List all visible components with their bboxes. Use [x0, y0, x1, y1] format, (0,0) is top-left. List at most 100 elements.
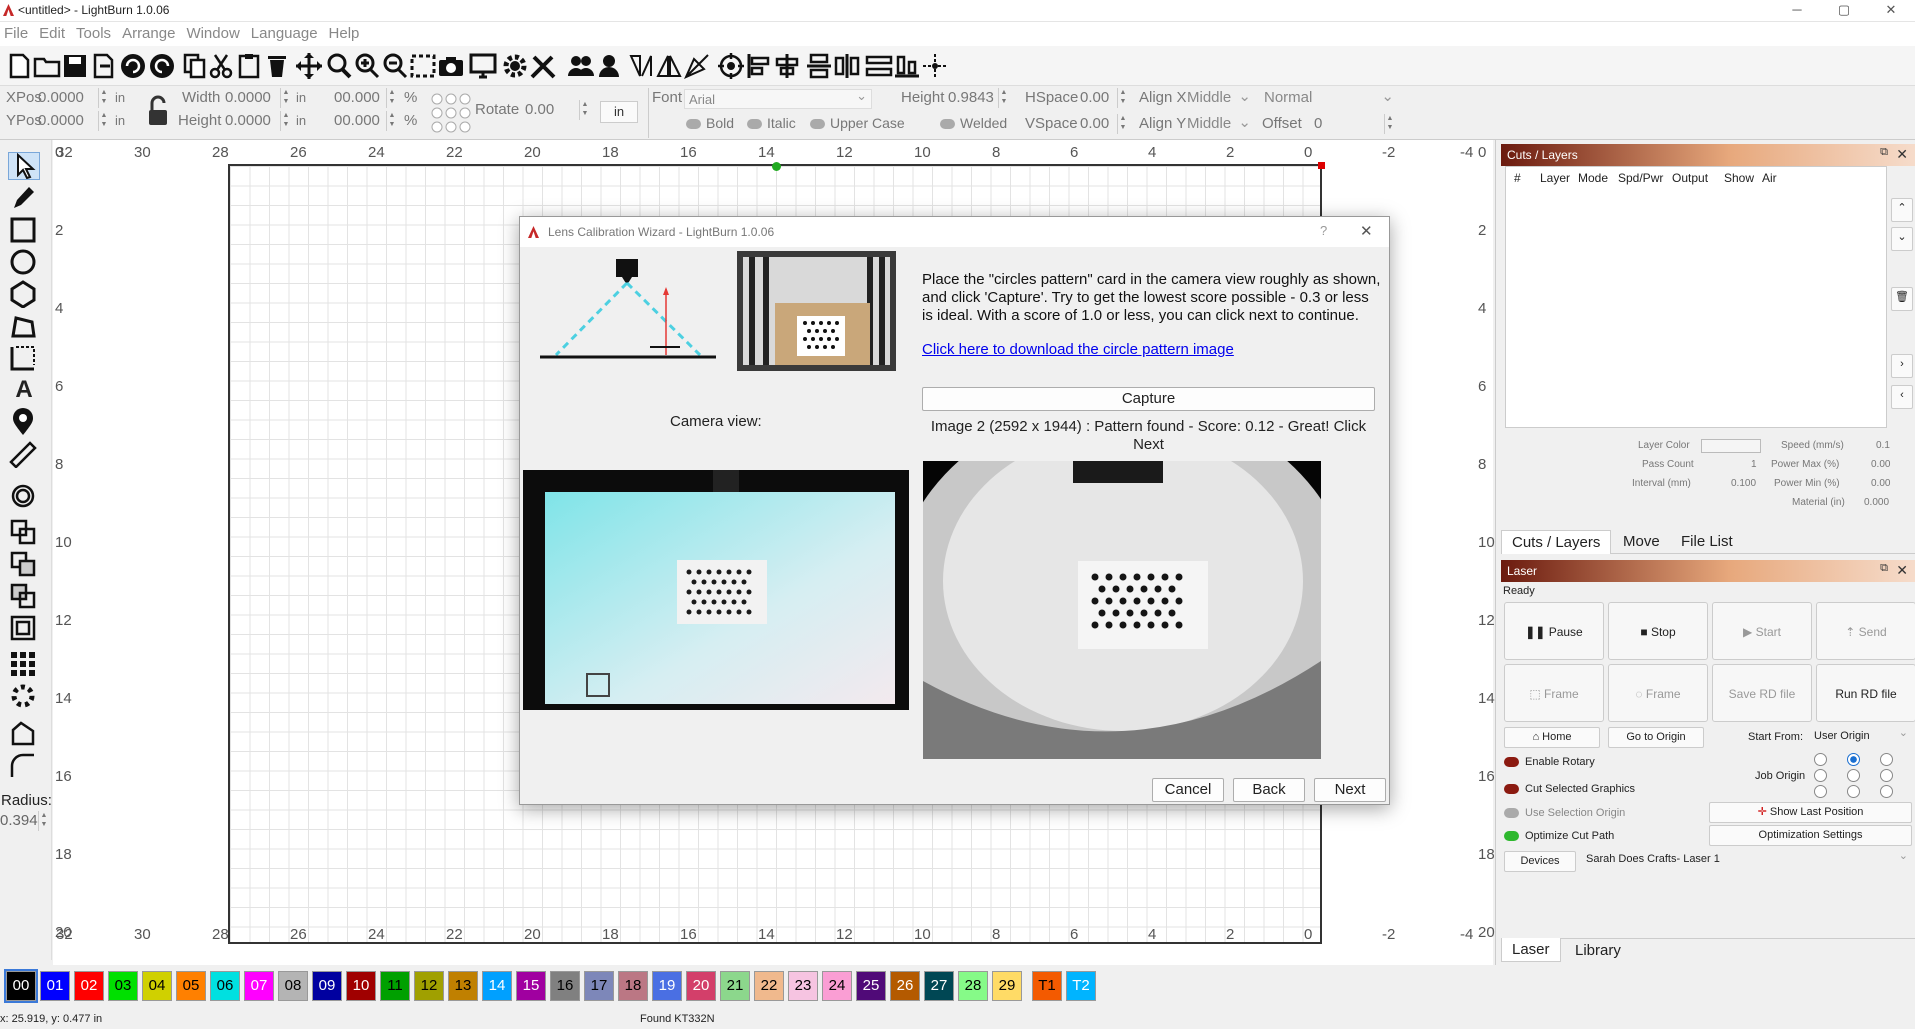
col-mode[interactable]: Mode	[1578, 171, 1608, 185]
tab-library[interactable]: Library	[1565, 939, 1631, 962]
tab-cuts-layers[interactable]: Cuts / Layers	[1501, 530, 1612, 554]
move-icon[interactable]	[294, 51, 324, 81]
color-swatch-19[interactable]: 19	[652, 971, 682, 1001]
color-swatch-01[interactable]: 01	[40, 971, 70, 1001]
radius-spinner[interactable]: ▲ ▼	[38, 811, 49, 831]
monitor-icon[interactable]	[468, 51, 498, 81]
color-swatch-12[interactable]: 12	[414, 971, 444, 1001]
color-swatch-t2[interactable]: T2	[1066, 971, 1096, 1001]
color-swatch-t1[interactable]: T1	[1032, 971, 1062, 1001]
mirror-icon[interactable]	[654, 51, 684, 81]
go-to-origin-button[interactable]: Go to Origin	[1608, 727, 1704, 748]
boolean-intersect-icon[interactable]	[8, 614, 40, 642]
job-origin-tl[interactable]	[1814, 753, 1827, 766]
speed-value[interactable]: 0.1	[1876, 440, 1890, 451]
position-laser-icon[interactable]	[8, 408, 40, 436]
color-swatch-00[interactable]: 00	[4, 969, 38, 1003]
align-x-select[interactable]: Middle	[1185, 87, 1255, 109]
grid-array-icon[interactable]	[8, 650, 40, 678]
font-select[interactable]: Arial	[684, 88, 872, 109]
optimization-settings-button[interactable]: Optimization Settings	[1709, 825, 1912, 846]
run-rd-file-button[interactable]: Run RD file	[1816, 664, 1915, 722]
cuts-layers-table[interactable]: # Layer Mode Spd/Pwr Output Show Air	[1505, 166, 1887, 428]
color-swatch-20[interactable]: 20	[686, 971, 716, 1001]
nudge-icon[interactable]	[920, 51, 950, 81]
job-origin-mr[interactable]	[1880, 769, 1893, 782]
job-origin-tc[interactable]	[1847, 753, 1860, 766]
vspace-spinner[interactable]: ▲ ▼	[1117, 114, 1128, 134]
save-rd-file-button[interactable]: Save RD file	[1712, 664, 1812, 722]
menu-window[interactable]: Window	[182, 22, 246, 42]
scale-x-spinner[interactable]: ▲ ▼	[386, 88, 397, 108]
float-icon[interactable]: ⧉	[1880, 562, 1888, 575]
frame-rect-button[interactable]: ⬚ Frame	[1504, 664, 1604, 722]
save-icon[interactable]	[60, 51, 90, 81]
align-left-icon[interactable]	[744, 51, 774, 81]
redo-icon[interactable]	[147, 51, 177, 81]
rotate-icon[interactable]	[682, 51, 712, 81]
close-panel-icon[interactable]: ✕	[1896, 562, 1908, 579]
anchor-grid-icon[interactable]	[430, 92, 472, 138]
job-origin-bl[interactable]	[1814, 785, 1827, 798]
expand-right-icon[interactable]: ›	[1891, 354, 1913, 378]
color-swatch-15[interactable]: 15	[516, 971, 546, 1001]
edit-nodes-icon[interactable]	[8, 312, 40, 340]
welded-toggle[interactable]: Welded	[940, 115, 1007, 131]
col-air[interactable]: Air	[1762, 171, 1777, 185]
crop-tool-icon[interactable]	[8, 344, 40, 372]
upper-case-toggle[interactable]: Upper Case	[810, 115, 905, 131]
tab-laser[interactable]: Laser	[1501, 938, 1561, 962]
tab-move[interactable]: Move	[1613, 530, 1670, 553]
color-swatch-23[interactable]: 23	[788, 971, 818, 1001]
unit-toggle-button[interactable]: in	[600, 101, 638, 123]
cut-icon[interactable]	[206, 51, 236, 81]
device-select[interactable]: Sarah Does Crafts- Laser 1	[1582, 849, 1912, 871]
material-value[interactable]: 0.000	[1864, 497, 1889, 508]
job-origin-mc[interactable]	[1847, 769, 1860, 782]
distribute-horizontal-icon[interactable]	[832, 51, 862, 81]
move-layer-up-icon[interactable]: ⌃	[1891, 198, 1913, 222]
group-icon[interactable]	[566, 51, 596, 81]
job-origin-ml[interactable]	[1814, 769, 1827, 782]
col-layer[interactable]: Layer	[1540, 171, 1570, 185]
color-swatch-22[interactable]: 22	[754, 971, 784, 1001]
job-origin-tr[interactable]	[1880, 753, 1893, 766]
color-swatch-09[interactable]: 09	[312, 971, 342, 1001]
measure-tool-icon[interactable]	[8, 440, 40, 469]
flip-horizontal-icon[interactable]	[626, 51, 656, 81]
rotate-value[interactable]: 0.00	[525, 101, 554, 118]
boolean-union-icon[interactable]	[8, 550, 40, 578]
scale-y-value[interactable]: 00.000	[334, 112, 380, 129]
col-spd-pwr[interactable]: Spd/Pwr	[1618, 171, 1663, 185]
zoom-icon[interactable]	[324, 51, 354, 81]
weld-icon[interactable]	[8, 518, 40, 546]
use-selection-origin-toggle[interactable]: Use Selection Origin	[1504, 807, 1625, 819]
open-folder-icon[interactable]	[32, 51, 62, 81]
tools-icon[interactable]	[528, 51, 558, 81]
width-value[interactable]: 0.0000	[225, 89, 271, 106]
color-swatch-21[interactable]: 21	[720, 971, 750, 1001]
color-swatch-16[interactable]: 16	[550, 971, 580, 1001]
color-swatch-18[interactable]: 18	[618, 971, 648, 1001]
distribute-vertical-icon[interactable]	[804, 51, 834, 81]
align-center-icon[interactable]	[772, 51, 802, 81]
back-button[interactable]: Back	[1233, 778, 1305, 802]
zoom-out-icon[interactable]	[380, 51, 410, 81]
menu-file[interactable]: File	[0, 22, 35, 42]
power-min-value[interactable]: 0.00	[1871, 478, 1890, 489]
dock-icon[interactable]	[864, 51, 894, 81]
optimize-cut-path-toggle[interactable]: Optimize Cut Path	[1504, 830, 1614, 842]
show-last-position-button[interactable]: ✛ Show Last Position	[1709, 802, 1912, 823]
menu-edit[interactable]: Edit	[35, 22, 72, 42]
ypos-spinner[interactable]: ▲ ▼	[98, 111, 109, 131]
lock-icon[interactable]	[146, 94, 170, 132]
settings-gear-icon[interactable]	[500, 51, 530, 81]
delete-icon[interactable]	[262, 51, 292, 81]
close-window-button[interactable]: ✕	[1870, 0, 1912, 22]
color-swatch-14[interactable]: 14	[482, 971, 512, 1001]
color-swatch-07[interactable]: 07	[244, 971, 274, 1001]
menu-tools[interactable]: Tools	[72, 22, 118, 42]
move-layer-down-icon[interactable]: ⌄	[1891, 227, 1913, 251]
dialog-close-icon[interactable]: ✕	[1360, 222, 1373, 240]
xpos-value[interactable]: 0.0000	[38, 89, 84, 106]
